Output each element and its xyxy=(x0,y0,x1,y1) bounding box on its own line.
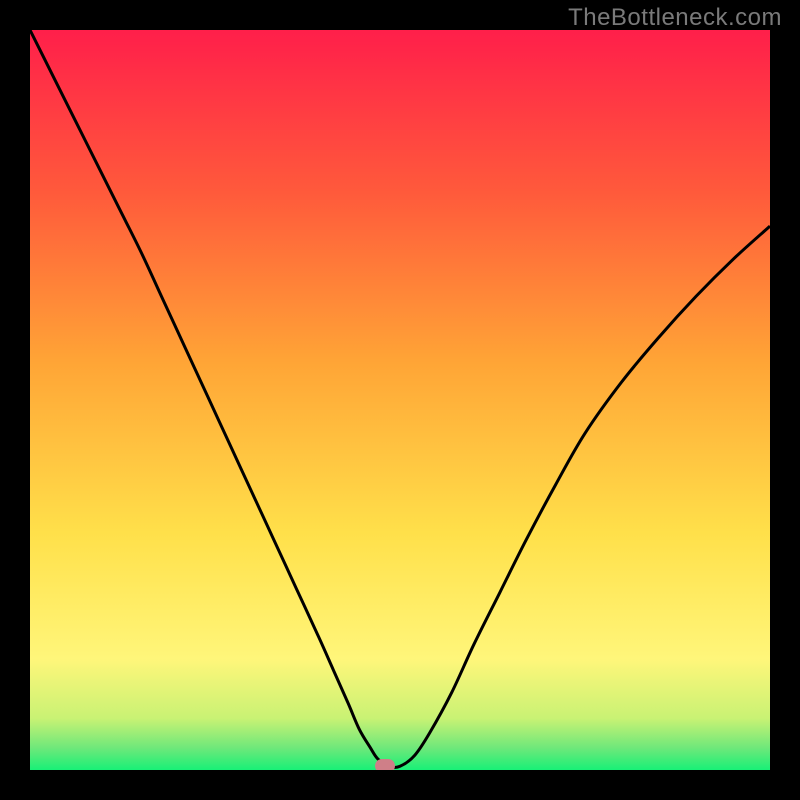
optimal-point-marker xyxy=(375,759,395,770)
watermark-text: TheBottleneck.com xyxy=(568,4,782,32)
chart-frame: TheBottleneck.com xyxy=(0,0,800,800)
chart-svg xyxy=(30,30,770,770)
plot-area xyxy=(30,30,770,770)
gradient-background xyxy=(30,30,770,770)
